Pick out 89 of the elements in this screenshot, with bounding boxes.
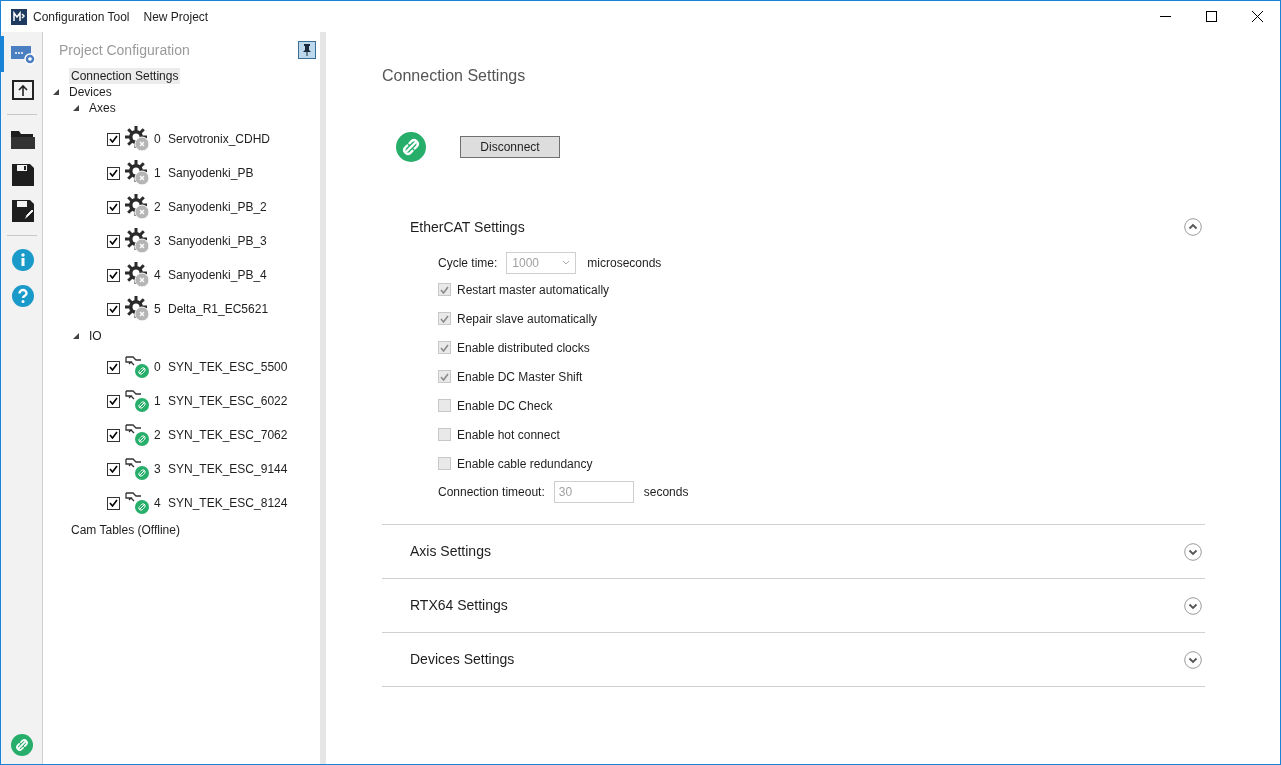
caret-icon — [562, 260, 571, 265]
disconnect-button[interactable]: Disconnect — [460, 136, 560, 158]
expand-icon[interactable] — [1184, 650, 1202, 669]
device-index: 1 — [154, 165, 162, 182]
maximize-icon — [1205, 11, 1217, 22]
checkbox[interactable] — [107, 166, 120, 180]
device-index: 4 — [154, 495, 162, 512]
checkbox[interactable] — [107, 428, 120, 442]
expand-icon[interactable] — [1184, 596, 1202, 615]
gear-icon — [125, 262, 151, 288]
plug-link-icon — [125, 422, 151, 448]
gear-icon — [125, 160, 151, 186]
close-icon — [1251, 11, 1263, 22]
upload-window-icon — [12, 80, 34, 100]
device-index: 2 — [154, 427, 162, 444]
checkbox[interactable] — [107, 496, 120, 510]
device-name[interactable]: Sanyodenki_PB_4 — [168, 266, 267, 284]
tree-item[interactable]: Devices — [67, 84, 114, 100]
field-label: Connection timeout: — [438, 484, 545, 501]
option-label[interactable]: Restart master automatically — [457, 280, 610, 299]
panel-title: Project Configuration — [59, 40, 191, 60]
floppy-pencil-icon — [12, 200, 34, 222]
option-label[interactable]: Enable distributed clocks — [457, 338, 590, 357]
device-name[interactable]: SYN_TEK_ESC_8124 — [168, 494, 288, 512]
device-index: 1 — [154, 393, 162, 410]
option-label[interactable]: Repair slave automatically — [457, 309, 598, 328]
tree-item[interactable]: Cam Tables (Offline) — [69, 522, 182, 538]
device-name[interactable]: SYN_TEK_ESC_6022 — [168, 392, 288, 410]
tree-item[interactable]: IO — [87, 328, 104, 344]
gear-icon — [125, 296, 151, 322]
section-title[interactable]: Devices Settings — [410, 649, 515, 670]
page-title: Connection Settings — [382, 66, 527, 86]
checkbox[interactable] — [107, 234, 120, 248]
option-label[interactable]: Enable DC Check — [457, 396, 553, 415]
pin-button[interactable] — [298, 41, 316, 59]
checkbox[interactable] — [107, 360, 120, 374]
option-label[interactable]: Enable hot connect — [457, 425, 560, 444]
option-label[interactable]: Enable cable redundancy — [457, 454, 593, 473]
plug-link-icon — [125, 456, 151, 482]
tree-item[interactable]: Connection Settings — [69, 68, 181, 84]
expand-icon[interactable] — [1184, 542, 1202, 561]
help-icon — [12, 285, 34, 307]
option-label[interactable]: Enable DC Master Shift — [457, 367, 583, 386]
device-index: 5 — [154, 301, 162, 318]
expanded-arrow-icon[interactable] — [73, 105, 79, 111]
device-name[interactable]: SYN_TEK_ESC_9144 — [168, 460, 288, 478]
device-name[interactable]: Sanyodenki_PB — [168, 164, 254, 182]
project-name: New Project — [143, 8, 209, 26]
section-title[interactable]: EtherCAT Settings — [410, 216, 525, 238]
checkbox[interactable] — [107, 302, 120, 316]
device-name[interactable]: Sanyodenki_PB_3 — [168, 232, 267, 250]
field-label: Cycle time: — [438, 254, 498, 272]
monitor-gear-icon — [11, 43, 35, 65]
minimize-icon — [1159, 16, 1171, 17]
checkbox[interactable] — [107, 132, 120, 146]
device-index: 4 — [154, 267, 162, 284]
expanded-arrow-icon[interactable] — [73, 333, 79, 339]
device-index: 0 — [154, 359, 162, 376]
pin-icon — [302, 44, 312, 56]
unit-label: seconds — [643, 484, 689, 501]
window-title: Configuration Tool — [33, 8, 130, 26]
device-name[interactable]: Delta_R1_EC5621 — [168, 300, 269, 318]
device-name[interactable]: SYN_TEK_ESC_7062 — [168, 426, 288, 444]
checkbox[interactable] — [107, 268, 120, 282]
device-name[interactable]: Sanyodenki_PB_2 — [168, 198, 267, 216]
checkbox[interactable] — [107, 394, 120, 408]
tree-item[interactable]: Axes — [87, 100, 118, 116]
device-index: 2 — [154, 199, 162, 216]
info-icon — [12, 249, 34, 271]
device-name[interactable]: Servotronix_CDHD — [168, 130, 271, 148]
gear-icon — [125, 228, 151, 254]
plug-link-icon — [125, 490, 151, 516]
app-logo-icon — [11, 8, 27, 25]
plug-link-icon — [125, 354, 151, 380]
gear-icon — [125, 194, 151, 220]
device-index: 0 — [154, 131, 162, 148]
unit-label: microseconds — [587, 254, 662, 272]
device-index: 3 — [154, 461, 162, 478]
checkbox[interactable] — [107, 200, 120, 214]
section-title[interactable]: Axis Settings — [410, 541, 491, 562]
checkbox[interactable] — [107, 462, 120, 476]
section-title[interactable]: RTX64 Settings — [410, 595, 508, 616]
folder-icon — [11, 129, 35, 149]
expanded-arrow-icon[interactable] — [53, 89, 59, 95]
plug-link-icon — [125, 388, 151, 414]
collapse-icon[interactable] — [1184, 218, 1202, 236]
device-index: 3 — [154, 233, 162, 250]
device-name[interactable]: SYN_TEK_ESC_5500 — [168, 358, 288, 376]
gear-icon — [125, 126, 151, 152]
